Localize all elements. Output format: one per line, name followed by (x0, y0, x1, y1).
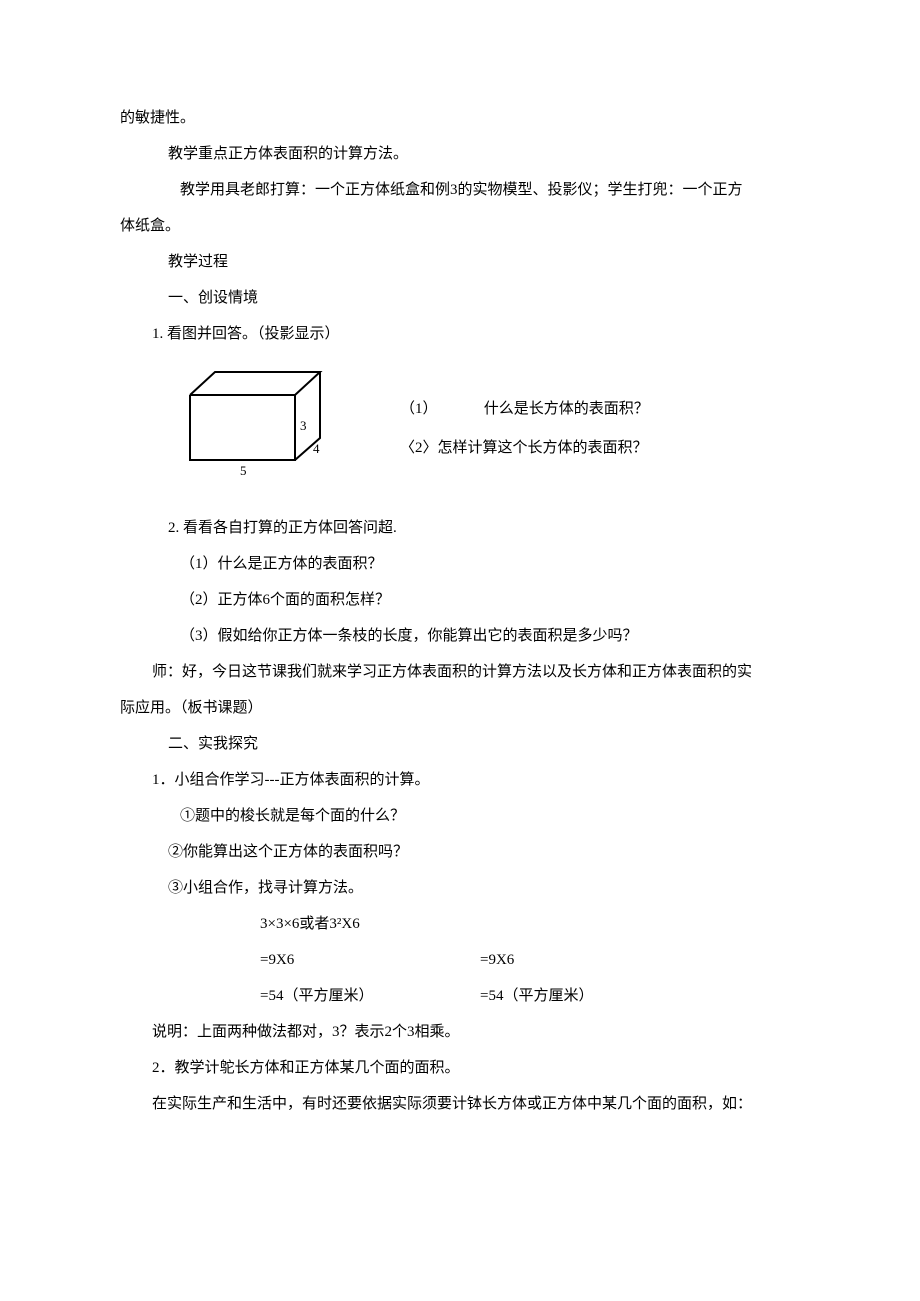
sub-item: （1）什么是正方体的表面积？ (120, 546, 800, 582)
sub-item: ③小组合作，找寻计算方法。 (120, 870, 800, 906)
question: 〈2〉怎样计算这个长方体的表面积？ (400, 429, 649, 468)
sub-item: ②你能算出这个正方体的表面积吗？ (120, 834, 800, 870)
figure-questions: （1） 什么是长方体的表面积？ 〈2〉怎样计算这个长方体的表面积？ (400, 360, 649, 468)
calc-result: =54（平方厘米） (260, 978, 480, 1014)
paragraph: 教学用具老郎打算：一个正方体纸盒和例3的实物模型、投影仪；学生打兜：一个正方 (120, 172, 800, 208)
list-item: 1．小组合作学习---正方体表面积的计算。 (120, 762, 800, 798)
cuboid-figure: 5 4 3 (160, 360, 400, 480)
calc-expression: 3×3×6或者3²X6 (260, 906, 700, 942)
calc-step: =9X6 (480, 942, 700, 978)
section-heading: 一、创设情境 (120, 280, 800, 316)
paragraph: 说明：上面两种做法都对，3？表示2个3相乘。 (120, 1014, 800, 1050)
calc-step: =9X6 (260, 942, 480, 978)
paragraph: 师：好，今日这节课我们就来学习正方体表面积的计算方法以及长方体和正方体表面积的实 (120, 654, 800, 690)
paragraph: 在实际生产和生活中，有时还要依据实际须要计钵长方体或正方体中某几个面的面积，如： (120, 1086, 800, 1122)
figure-row: 5 4 3 （1） 什么是长方体的表面积？ 〈2〉怎样计算这个长方体的表面积？ (160, 360, 800, 480)
sub-item: （3）假如给你正方体一条枝的长度，你能算出它的表面积是多少吗？ (120, 618, 800, 654)
q-label: （1） (400, 390, 480, 429)
sub-item: （2）正方体6个面的面积怎样？ (120, 582, 800, 618)
question: （1） 什么是长方体的表面积？ (400, 390, 649, 429)
dim-length: 5 (240, 463, 247, 478)
calc-result: =54（平方厘米） (480, 978, 700, 1014)
list-item: 2．教学计鸵长方体和正方体某几个面的面积。 (120, 1050, 800, 1086)
q-text: 什么是长方体的表面积？ (484, 401, 649, 417)
calculation-block: 3×3×6或者3²X6 =9X6 =9X6 =54（平方厘米） =54（平方厘米… (260, 906, 800, 1014)
list-item: 2. 看看各自打算的正方体回答问超. (120, 510, 800, 546)
sub-item: ①题中的梭长就是每个面的什么？ (120, 798, 800, 834)
paragraph: 际应用。（板书课题） (120, 690, 800, 726)
paragraph: 教学过程 (120, 244, 800, 280)
cuboid-svg: 5 4 3 (160, 360, 360, 480)
dim-width: 4 (313, 441, 320, 456)
document-page: 的敏捷性。 教学重点正方体表面积的计算方法。 教学用具老郎打算：一个正方体纸盒和… (0, 0, 920, 1182)
list-item: 1. 看图并回答。（投影显示） (120, 316, 800, 352)
section-heading: 二、实我探究 (120, 726, 800, 762)
paragraph: 体纸盒。 (120, 208, 800, 244)
dim-height: 3 (300, 418, 307, 433)
paragraph: 的敏捷性。 (120, 100, 800, 136)
paragraph: 教学重点正方体表面积的计算方法。 (120, 136, 800, 172)
